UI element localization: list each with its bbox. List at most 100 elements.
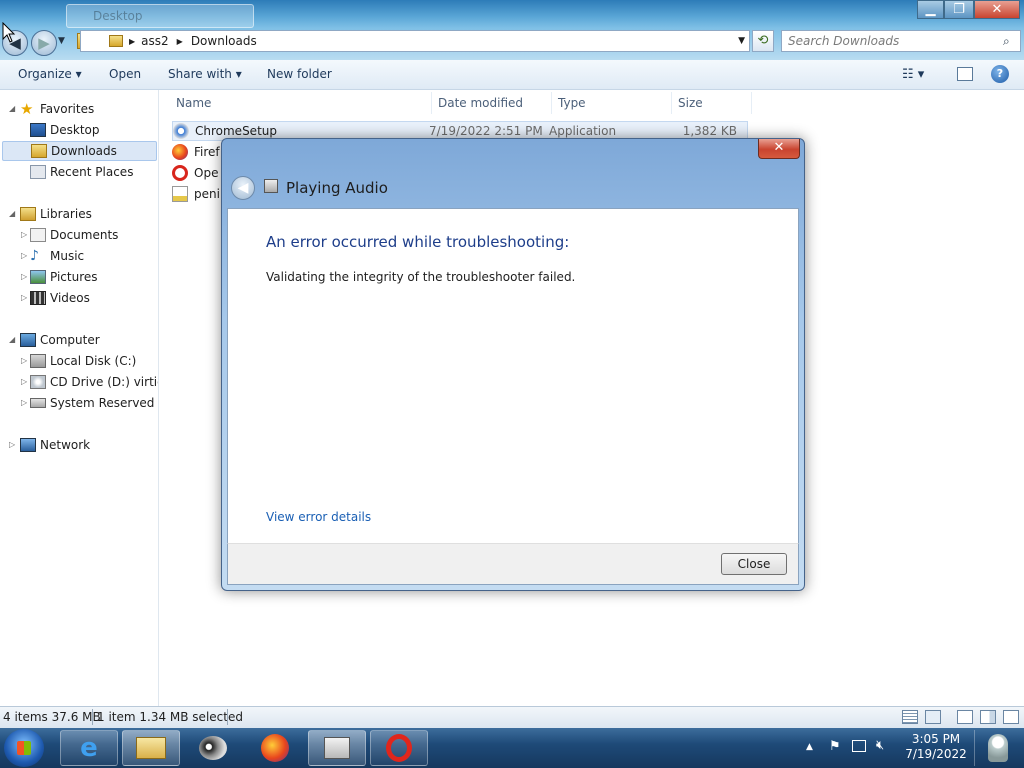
preview-pane-toggle-icon[interactable] <box>980 710 996 724</box>
taskbar-explorer[interactable] <box>122 730 180 766</box>
nav-local-disk[interactable]: Local Disk (C:) <box>30 351 136 371</box>
share-with-button[interactable]: Share with ▾ <box>168 67 242 81</box>
file-row[interactable]: Ope <box>172 163 218 183</box>
nav-pictures[interactable]: Pictures <box>30 267 98 287</box>
videos-icon <box>30 291 46 305</box>
address-bar[interactable]: ▶ ass2 ▶ Downloads ▼ <box>80 30 750 52</box>
nav-computer[interactable]: Computer <box>20 330 100 350</box>
expand-arrow-icon[interactable]: ▷ <box>21 377 27 386</box>
details-pane-icon[interactable] <box>1003 710 1019 724</box>
taskbar-raccoon-app[interactable] <box>184 730 242 766</box>
taskbar-opera[interactable] <box>370 730 428 766</box>
error-message: Validating the integrity of the troubles… <box>266 270 576 284</box>
cd-drive-icon <box>30 375 46 389</box>
taskbar-firefox[interactable] <box>246 730 304 766</box>
nav-documents[interactable]: Documents <box>30 225 118 245</box>
expand-arrow-icon[interactable]: ▷ <box>21 251 27 260</box>
volume-muted-icon[interactable]: 🔇︎ <box>876 738 884 753</box>
troubleshooter-dialog: ✕ ◀ Playing Audio An error occurred whil… <box>221 138 805 591</box>
chrome-setup-icon <box>173 123 189 139</box>
search-icon: ⌕ <box>1003 34 1010 48</box>
dialog-close-button[interactable]: ✕ <box>758 139 800 159</box>
address-dropdown-icon[interactable]: ▼ <box>738 36 745 46</box>
start-button[interactable] <box>4 729 44 767</box>
close-button[interactable]: Close <box>721 553 787 575</box>
dialog-body: An error occurred while troubleshooting:… <box>227 208 799 544</box>
large-icons-view-icon[interactable] <box>925 710 941 724</box>
music-icon: ♪ <box>30 248 39 264</box>
expand-arrow-icon[interactable]: ▷ <box>21 230 27 239</box>
internet-explorer-icon: e <box>80 733 98 763</box>
collapse-arrow-icon[interactable]: ◢ <box>9 335 15 344</box>
troubleshooter-icon <box>324 737 350 759</box>
view-error-details-link[interactable]: View error details <box>266 510 371 524</box>
show-hidden-icons[interactable]: ▲ <box>806 742 813 752</box>
view-options-icon[interactable]: ☷ ▾ <box>902 67 924 82</box>
nav-cd-drive[interactable]: CD Drive (D:) virtio-w <box>30 372 158 392</box>
breadcrumb-downloads[interactable]: Downloads <box>191 34 257 48</box>
nav-system-reserved[interactable]: System Reserved (E:) <box>30 393 158 413</box>
expand-arrow-icon[interactable]: ▷ <box>21 356 27 365</box>
computer-icon <box>20 333 36 347</box>
new-folder-button[interactable]: New folder <box>267 67 332 81</box>
file-icon <box>172 186 188 202</box>
show-desktop-button[interactable] <box>974 730 1020 766</box>
file-row[interactable]: Firef <box>172 142 220 162</box>
column-name[interactable]: Name <box>170 92 432 114</box>
desktop-icon <box>30 123 46 137</box>
nav-favorites[interactable]: ★ Favorites <box>20 99 94 119</box>
breadcrumb-separator-icon: ▶ <box>176 36 183 46</box>
column-size[interactable]: Size <box>672 92 752 114</box>
open-button[interactable]: Open <box>109 67 141 81</box>
navigation-bar: ◀ ▶ ▼ ▶ ass2 ▶ Downloads ▼ ⟲ Search Down… <box>0 28 1024 60</box>
nav-recent-places[interactable]: Recent Places <box>30 162 133 182</box>
maximize-button[interactable]: ❐ <box>944 0 974 19</box>
forward-button[interactable]: ▶ <box>31 30 57 56</box>
breadcrumb-ass2[interactable]: ass2 <box>141 34 169 48</box>
clock-date: 7/19/2022 <box>905 747 967 761</box>
nav-downloads[interactable]: Downloads <box>2 141 157 161</box>
back-arrow-icon: ◀ <box>237 180 249 196</box>
expand-arrow-icon[interactable]: ▷ <box>21 398 27 407</box>
network-status-icon[interactable] <box>852 740 866 752</box>
opera-icon <box>386 734 412 762</box>
layout-icon[interactable] <box>957 710 973 724</box>
preview-pane-icon[interactable] <box>957 67 973 81</box>
search-input[interactable]: Search Downloads <box>781 30 1021 52</box>
clock[interactable]: 3:05 PM 7/19/2022 <box>900 732 972 762</box>
nav-desktop[interactable]: Desktop <box>30 120 100 140</box>
forward-arrow-icon: ▶ <box>38 34 50 52</box>
collapse-arrow-icon[interactable]: ◢ <box>9 104 15 113</box>
nav-videos[interactable]: Videos <box>30 288 90 308</box>
expand-arrow-icon[interactable]: ▷ <box>9 440 15 449</box>
folder-icon <box>136 737 166 759</box>
recent-places-icon <box>30 165 46 179</box>
details-view-icon[interactable] <box>902 710 918 724</box>
dialog-back-button[interactable]: ◀ <box>231 176 255 200</box>
breadcrumb-separator-icon: ▶ <box>129 36 136 46</box>
recent-pages-dropdown[interactable]: ▼ <box>58 36 65 46</box>
taskbar: e ▲ ⚑ 🔇︎ 3:05 PM 7/19/2022 <box>0 728 1024 768</box>
column-type[interactable]: Type <box>552 92 672 114</box>
clock-time: 3:05 PM <box>911 732 961 746</box>
column-date-modified[interactable]: Date modified <box>432 92 552 114</box>
close-button[interactable]: ✕ <box>974 0 1020 19</box>
file-row[interactable]: peni <box>172 184 220 204</box>
minimize-button[interactable]: ▁ <box>917 0 944 19</box>
organize-button[interactable]: Organize ▾ <box>18 67 82 81</box>
expand-arrow-icon[interactable]: ▷ <box>21 293 27 302</box>
help-icon[interactable]: ? <box>991 65 1009 83</box>
status-selection: 1 item 1.34 MB selected <box>97 710 243 724</box>
taskbar-troubleshooter[interactable] <box>308 730 366 766</box>
action-center-flag-icon[interactable]: ⚑ <box>829 739 841 754</box>
nav-network[interactable]: Network <box>20 435 90 455</box>
background-window-tab: Desktop <box>66 4 254 28</box>
nav-libraries[interactable]: Libraries <box>20 204 92 224</box>
taskbar-internet-explorer[interactable]: e <box>60 730 118 766</box>
refresh-button[interactable]: ⟲ <box>752 30 774 52</box>
nav-music[interactable]: ♪ Music <box>30 246 84 266</box>
dialog-title: Playing Audio <box>286 179 388 197</box>
divider <box>92 709 93 725</box>
expand-arrow-icon[interactable]: ▷ <box>21 272 27 281</box>
collapse-arrow-icon[interactable]: ◢ <box>9 209 15 218</box>
